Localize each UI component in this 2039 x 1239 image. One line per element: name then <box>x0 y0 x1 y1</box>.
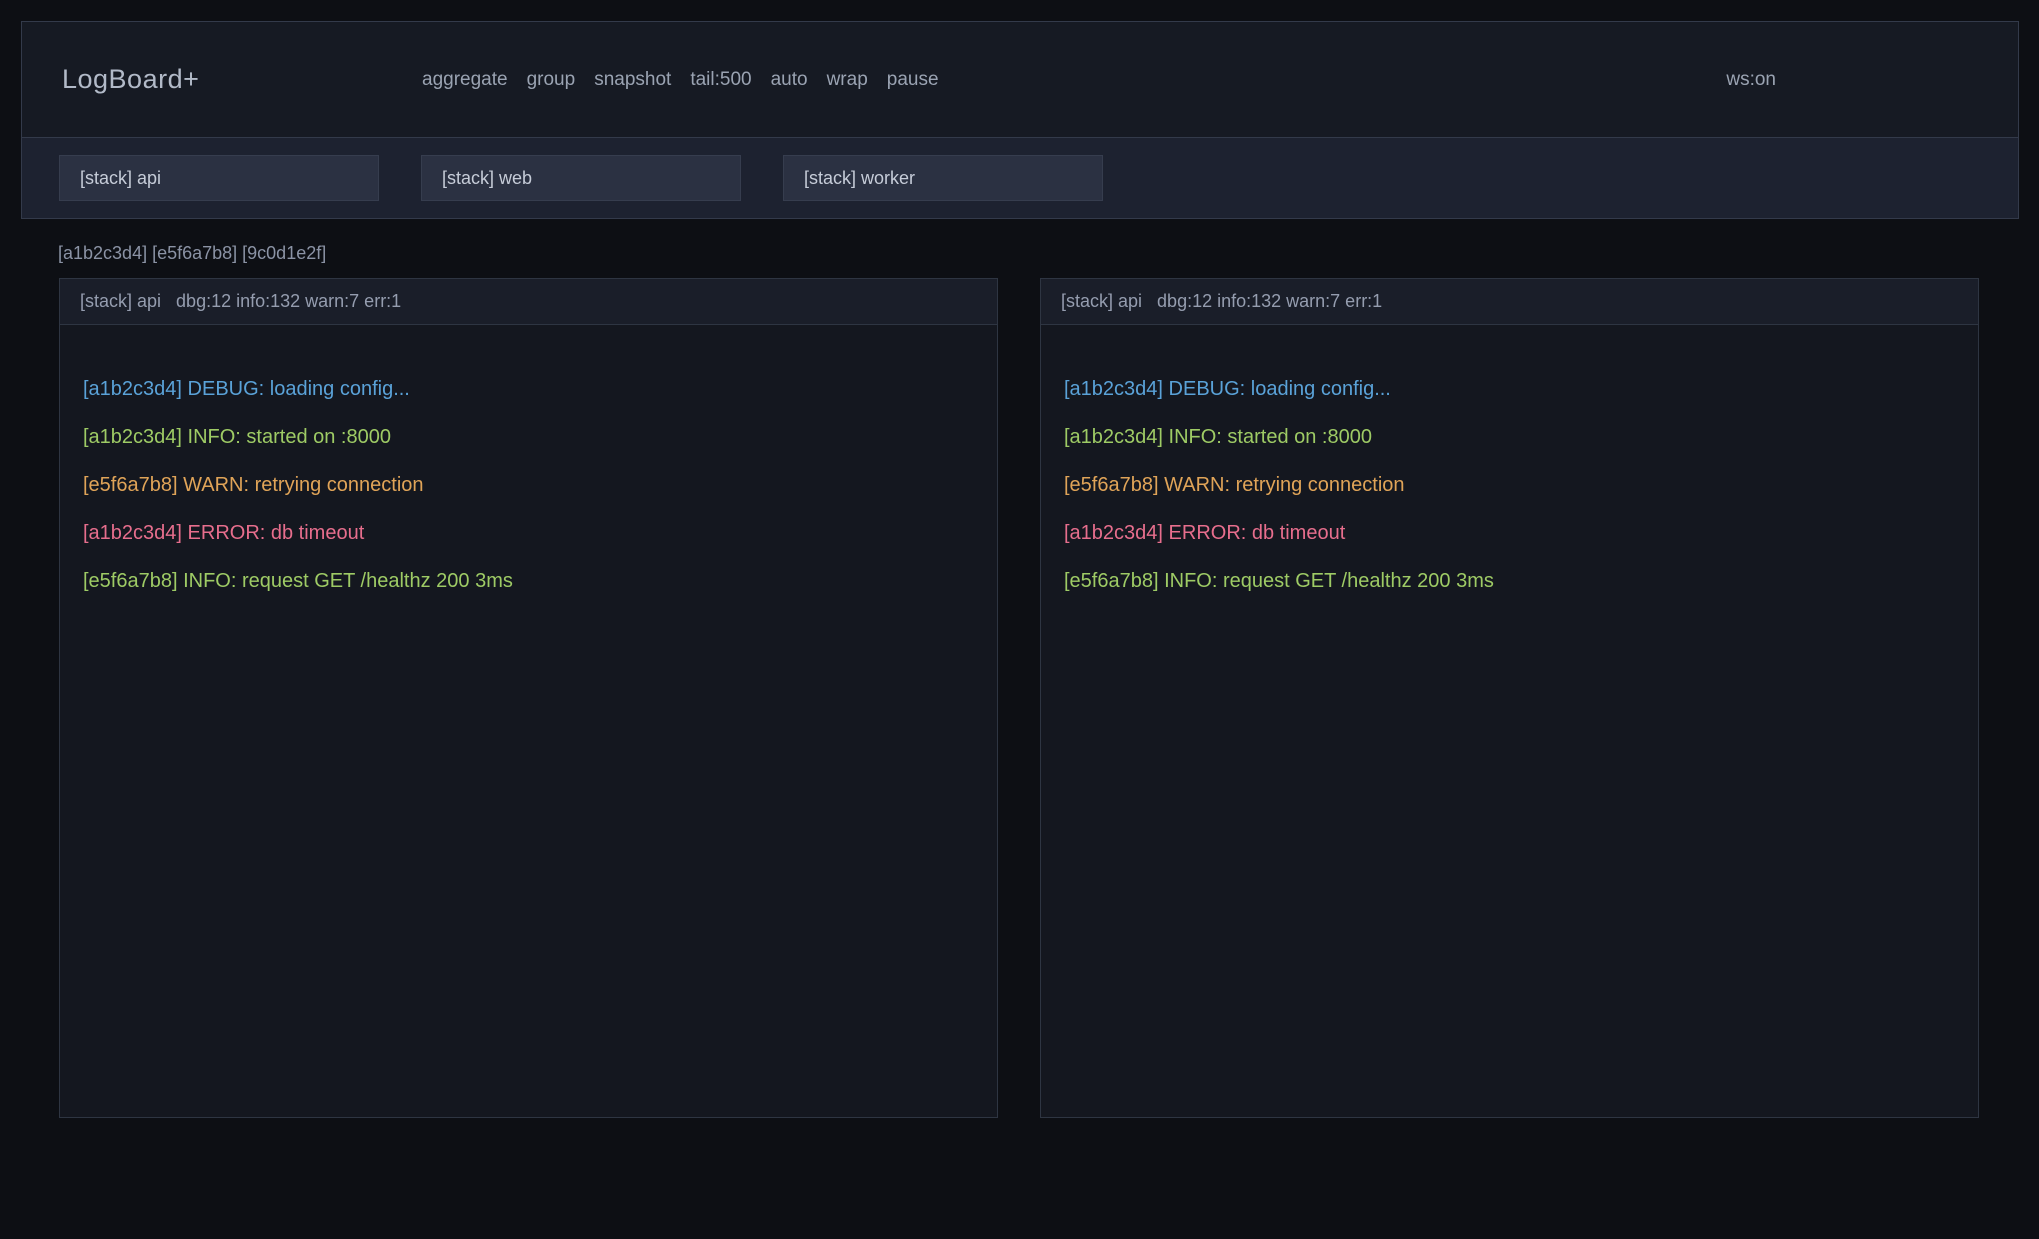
log-line: [e5f6a7b8] WARN: retrying connection <box>83 461 977 509</box>
stack-tab-web[interactable]: [stack] web <box>421 155 741 201</box>
panel-header: [stack] api dbg:12 info:132 warn:7 err:1 <box>1041 279 1978 325</box>
toolbar: aggregate group snapshot tail:500 auto w… <box>422 69 939 91</box>
log-panel-left: [stack] api dbg:12 info:132 warn:7 err:1… <box>59 278 998 1118</box>
stack-tab-label: [stack] worker <box>804 168 915 189</box>
panel-header: [stack] api dbg:12 info:132 warn:7 err:1 <box>60 279 997 325</box>
panel-source-label: [stack] api <box>80 291 161 312</box>
stack-tab-api[interactable]: [stack] api <box>59 155 379 201</box>
toolbar-snapshot[interactable]: snapshot <box>594 69 671 91</box>
log-line: [e5f6a7b8] WARN: retrying connection <box>1064 461 1958 509</box>
panel-level-counts: dbg:12 info:132 warn:7 err:1 <box>1157 291 1382 312</box>
log-line: [a1b2c3d4] ERROR: db timeout <box>1064 509 1958 557</box>
log-line: [e5f6a7b8] INFO: request GET /healthz 20… <box>83 557 977 605</box>
stack-tabs-row: [stack] api [stack] web [stack] worker <box>22 138 2018 218</box>
header-container: LogBoard+ aggregate group snapshot tail:… <box>21 21 2019 219</box>
log-line: [a1b2c3d4] INFO: started on :8000 <box>1064 413 1958 461</box>
panel-source-label: [stack] api <box>1061 291 1142 312</box>
log-line: [a1b2c3d4] DEBUG: loading config... <box>83 365 977 413</box>
app-title: LogBoard+ <box>62 64 199 95</box>
toolbar-auto[interactable]: auto <box>771 69 808 91</box>
toolbar-group[interactable]: group <box>527 69 576 91</box>
top-bar: LogBoard+ aggregate group snapshot tail:… <box>22 22 2018 138</box>
stack-tab-worker[interactable]: [stack] worker <box>783 155 1103 201</box>
toolbar-wrap[interactable]: wrap <box>827 69 868 91</box>
panel-level-counts: dbg:12 info:132 warn:7 err:1 <box>176 291 401 312</box>
toolbar-tail[interactable]: tail:500 <box>690 69 751 91</box>
stack-tab-label: [stack] web <box>442 168 532 189</box>
log-line: [a1b2c3d4] DEBUG: loading config... <box>1064 365 1958 413</box>
log-line: [a1b2c3d4] INFO: started on :8000 <box>83 413 977 461</box>
stack-tab-label: [stack] api <box>80 168 161 189</box>
log-panel-right: [stack] api dbg:12 info:132 warn:7 err:1… <box>1040 278 1979 1118</box>
log-panels: [stack] api dbg:12 info:132 warn:7 err:1… <box>59 278 1979 1118</box>
panel-log-body[interactable]: [a1b2c3d4] DEBUG: loading config... [a1b… <box>1041 325 1978 605</box>
websocket-status: ws:on <box>1726 69 1776 91</box>
breadcrumb: [a1b2c3d4] [e5f6a7b8] [9c0d1e2f] <box>58 243 326 264</box>
toolbar-aggregate[interactable]: aggregate <box>422 69 508 91</box>
log-line: [a1b2c3d4] ERROR: db timeout <box>83 509 977 557</box>
log-line: [e5f6a7b8] INFO: request GET /healthz 20… <box>1064 557 1958 605</box>
toolbar-pause[interactable]: pause <box>887 69 939 91</box>
panel-log-body[interactable]: [a1b2c3d4] DEBUG: loading config... [a1b… <box>60 325 997 605</box>
